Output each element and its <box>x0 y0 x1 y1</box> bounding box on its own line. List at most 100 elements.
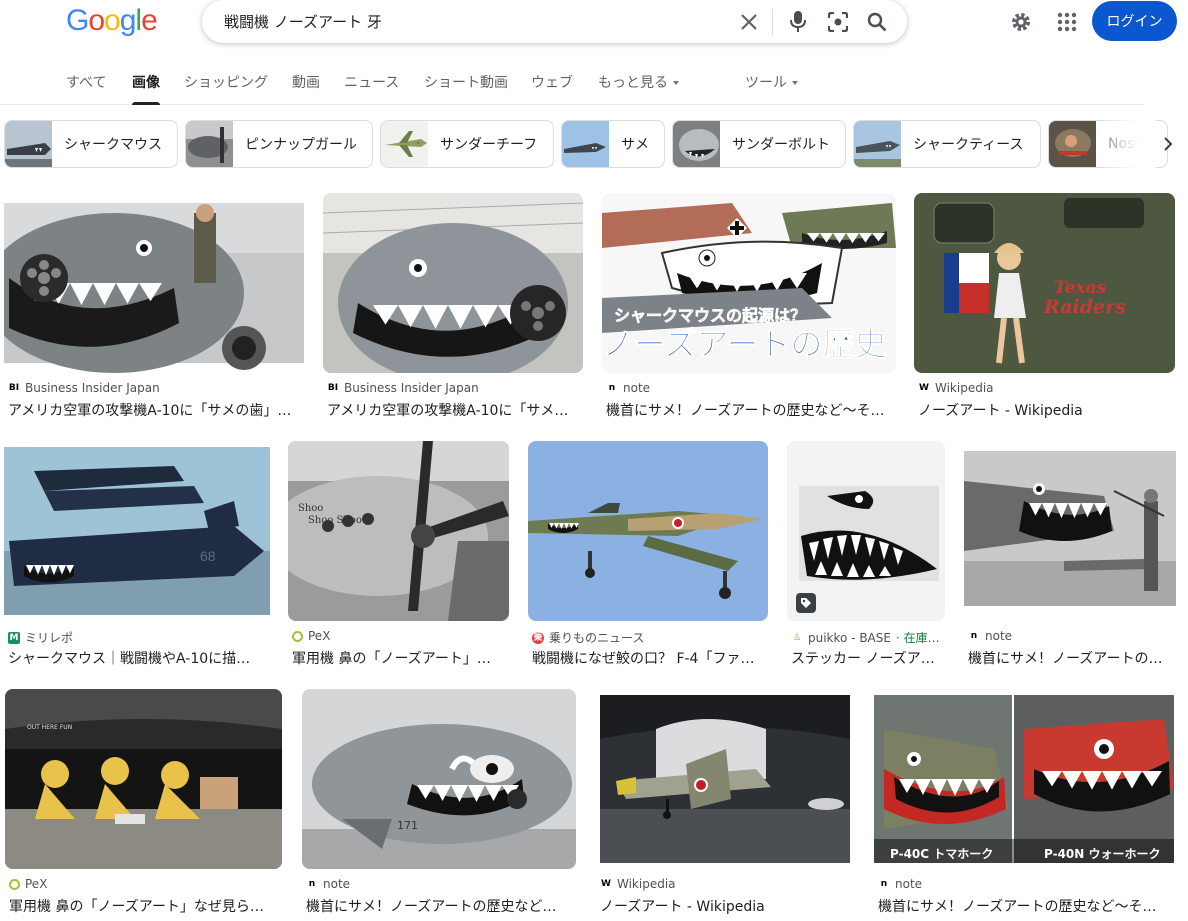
tab-all[interactable]: すべて <box>66 72 106 92</box>
result-thumbnail[interactable]: 68 <box>4 441 270 621</box>
result-image: 171 <box>302 689 576 869</box>
image-result[interactable]: 171 n note 機首にサメ！ノーズアートの歴史など… <box>302 689 576 919</box>
login-button[interactable]: ログイン <box>1092 1 1177 41</box>
image-result[interactable]: P-40C トマホーク P-40N ウォーホーク n note 機首にサメ！ノーズ… <box>874 689 1174 919</box>
result-thumbnail[interactable] <box>4 193 304 373</box>
image-result[interactable]: 68 M ミリレポ シャークマウス｜戦闘機やA-10に描… <box>4 441 270 671</box>
result-title[interactable]: アメリカ空軍の攻撃機A-10に「サメ… <box>327 400 579 420</box>
tab-more[interactable]: もっと見る <box>598 72 679 92</box>
tab-images[interactable]: 画像 <box>132 72 160 105</box>
result-thumbnail[interactable] <box>323 193 583 373</box>
logo-letter: e <box>141 4 158 37</box>
chevron-down-icon <box>673 81 679 85</box>
clear-icon[interactable] <box>734 7 764 37</box>
search-icon[interactable] <box>862 7 892 37</box>
image-result[interactable]: BI Business Insider Japan アメリカ空軍の攻撃機A-10に… <box>4 193 304 423</box>
result-title[interactable]: ノーズアート - Wikipedia <box>918 400 1171 420</box>
result-source: W Wikipedia <box>918 381 1171 395</box>
search-box[interactable]: 戦闘機 ノーズアート 牙 <box>202 0 907 43</box>
result-title[interactable]: ステッカー ノーズア… <box>791 648 941 668</box>
chip-label: サンダーチーフ <box>440 137 538 153</box>
image-result[interactable]: W Wikipedia ノーズアート - Wikipedia <box>596 689 852 919</box>
result-source-name: 乗りものニュース <box>549 631 645 645</box>
result-thumbnail[interactable] <box>964 441 1176 621</box>
puikko-favicon-icon: ♙ <box>792 632 802 643</box>
result-image: 68 <box>4 441 270 621</box>
result-title[interactable]: 機首にサメ！ノーズアートの歴史など〜そ… <box>878 896 1170 916</box>
lens-camera-icon[interactable] <box>823 7 853 37</box>
result-image <box>323 193 583 373</box>
tab-short-videos[interactable]: ショート動画 <box>424 72 508 92</box>
result-thumbnail[interactable] <box>528 441 768 621</box>
result-image: Texas Raiders <box>914 193 1175 373</box>
result-source: BI Business Insider Japan <box>327 381 579 395</box>
tab-web[interactable]: ウェブ <box>531 72 573 92</box>
result-image <box>528 441 768 621</box>
image-result[interactable]: 乗乗りものニュース 戦闘機になぜ鮫の口？ F-4「ファ… <box>528 441 768 671</box>
result-title[interactable]: 軍用機 鼻の「ノーズアート」… <box>292 648 505 668</box>
result-source: ♙ puikko - BASE · 在庫… <box>791 629 941 646</box>
result-source: n note <box>968 629 1172 643</box>
overlay-text: Texas <box>1054 278 1107 298</box>
tab-shopping[interactable]: ショッピング <box>184 72 268 92</box>
result-thumbnail[interactable]: シャークマウスの起源は？ ノーズアートの歴史 <box>602 193 896 373</box>
result-thumbnail[interactable]: 171 <box>302 689 576 869</box>
result-thumbnail[interactable]: Shoo Shoo Shoo <box>288 441 509 621</box>
image-result[interactable]: Texas Raiders W Wikipedia ノーズアート - Wikipe… <box>914 193 1175 423</box>
pex-favicon-icon <box>292 630 303 642</box>
chip-thumbnail <box>1049 121 1096 167</box>
note-favicon-icon: n <box>970 631 978 641</box>
result-thumbnail[interactable]: OUT HERE FUN <box>5 689 282 869</box>
result-source-name: Wikipedia <box>935 381 994 395</box>
image-result[interactable]: ♙ puikko - BASE · 在庫… ステッカー ノーズア… <box>787 441 945 671</box>
chevron-right-icon[interactable] <box>1156 132 1180 156</box>
google-logo[interactable]: Google <box>66 4 158 38</box>
google-logo-text: Google <box>66 4 158 38</box>
result-image: シャークマウスの起源は？ ノーズアートの歴史 <box>602 193 896 373</box>
logo-letter: G <box>66 4 89 37</box>
result-thumbnail[interactable]: Texas Raiders <box>914 193 1175 373</box>
result-image <box>596 689 852 869</box>
chip-label: サメ <box>621 137 649 153</box>
tab-news[interactable]: ニュース <box>344 72 399 92</box>
result-title[interactable]: 機首にサメ！ノーズアートの歴史など〜そ… <box>606 400 892 420</box>
image-result[interactable]: シャークマウスの起源は？ ノーズアートの歴史 n note 機首にサメ！ノーズアー… <box>602 193 896 423</box>
tab-videos[interactable]: 動画 <box>292 72 320 92</box>
image-result[interactable]: n note 機首にサメ！ノーズアートの… <box>964 441 1176 671</box>
result-source-name: Wikipedia <box>617 877 676 891</box>
result-title[interactable]: 戦闘機になぜ鮫の口？ F-4「ファ… <box>532 648 764 668</box>
chip-shark-mouth[interactable]: シャークマウス <box>4 120 178 168</box>
chip-label: サンダーボルト <box>732 137 830 153</box>
chip-thunderbolt[interactable]: サンダーボルト <box>672 120 846 168</box>
overlay-text: シャークマウスの起源は？ <box>614 306 806 325</box>
image-result[interactable]: OUT HERE FUN PeX 軍用機 鼻の「ノーズアート」なぜ見ら… <box>5 689 282 919</box>
result-title[interactable]: 軍用機 鼻の「ノーズアート」なぜ見ら… <box>9 896 278 916</box>
result-title[interactable]: シャークマウス｜戦闘機やA-10に描… <box>8 648 266 668</box>
chip-thumbnail <box>186 121 233 167</box>
image-result[interactable]: BI Business Insider Japan アメリカ空軍の攻撃機A-10に… <box>323 193 583 423</box>
image-result[interactable]: Shoo Shoo Shoo PeX 軍用機 鼻の「ノーズアート」… <box>288 441 509 671</box>
result-image <box>874 689 1174 869</box>
result-source: BI Business Insider Japan <box>8 381 300 395</box>
result-source-name: note <box>985 629 1013 643</box>
apps-grid-icon[interactable] <box>1050 5 1084 39</box>
chip-shark[interactable]: サメ <box>561 120 665 168</box>
result-source-name: note <box>623 381 651 395</box>
settings-gear-icon[interactable] <box>1004 5 1038 39</box>
result-title[interactable]: 機首にサメ！ノーズアートの… <box>968 648 1172 668</box>
result-title[interactable]: 機首にサメ！ノーズアートの歴史など… <box>306 896 572 916</box>
result-thumbnail[interactable] <box>596 689 852 869</box>
norimono-news-favicon-icon: 乗 <box>532 631 544 644</box>
chip-shark-teeth[interactable]: シャークティース <box>853 120 1041 168</box>
svg-text:68: 68 <box>200 548 216 564</box>
microphone-icon[interactable] <box>783 7 813 37</box>
chip-thunderchief[interactable]: サンダーチーフ <box>380 120 554 168</box>
result-thumbnail[interactable] <box>874 689 1174 869</box>
tab-tools-label: ツール <box>745 75 787 91</box>
result-source: M ミリレポ <box>8 629 266 646</box>
result-title[interactable]: アメリカ空軍の攻撃機A-10に「サメの歯」… <box>8 400 300 420</box>
tab-tools[interactable]: ツール <box>745 72 798 92</box>
search-input[interactable]: 戦闘機 ノーズアート 牙 <box>224 11 382 32</box>
result-title[interactable]: ノーズアート - Wikipedia <box>600 896 848 916</box>
chip-pinup-girl[interactable]: ピンナップガール <box>185 120 373 168</box>
